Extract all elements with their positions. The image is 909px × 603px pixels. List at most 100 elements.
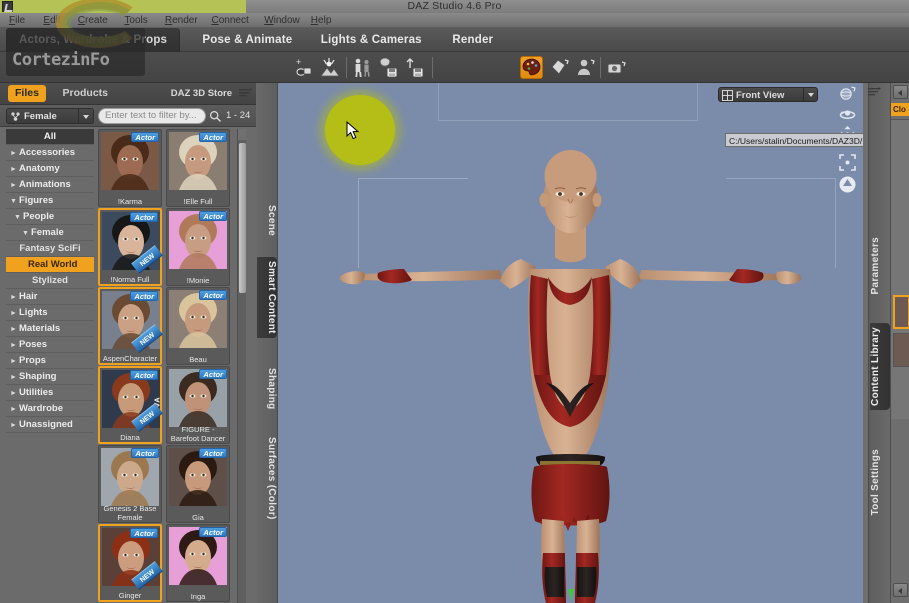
content-library-thumb[interactable] — [893, 333, 909, 367]
tree-item-lights[interactable]: ► Lights — [6, 305, 94, 321]
collapse-panel-button-lower[interactable] — [893, 583, 908, 597]
chevron-right-icon[interactable]: ► — [10, 306, 19, 322]
tree-item-real-world[interactable]: Real World — [6, 257, 94, 273]
tree-item-accessories[interactable]: ► Accessories — [6, 145, 94, 161]
figure-setup-icon[interactable] — [351, 56, 374, 79]
tree-item-anatomy[interactable]: ► Anatomy — [6, 161, 94, 177]
tree-item-figures[interactable]: ▼ Figures — [6, 193, 94, 209]
content-library-action-button[interactable]: Clo — [891, 103, 909, 116]
tree-item-unassigned[interactable]: ► Unassigned — [6, 417, 94, 433]
viewport-orbit-icon[interactable] — [838, 105, 857, 124]
panel-options-icon[interactable] — [237, 86, 253, 102]
asset-cell[interactable]: Actor NEW Ginger — [98, 524, 163, 602]
asset-cell[interactable]: Actor !Elle Full — [166, 129, 230, 207]
chevron-down-icon[interactable]: ▼ — [10, 194, 19, 210]
chevron-right-icon[interactable]: ► — [10, 354, 19, 370]
chevron-right-icon[interactable]: ► — [10, 290, 19, 306]
tree-item-materials[interactable]: ► Materials — [6, 321, 94, 337]
right-tab-content-library[interactable]: Content Library — [870, 323, 890, 410]
smart-content-tab-products[interactable]: Products — [56, 85, 116, 102]
tree-item-label: All — [43, 131, 57, 142]
menu-item-help[interactable]: Help — [306, 13, 337, 28]
chevron-down-icon[interactable] — [78, 109, 93, 123]
left-tab-smart-content[interactable]: Smart Content — [257, 257, 277, 338]
chevron-down-icon[interactable]: ▼ — [14, 210, 23, 226]
gender-filter-dropdown[interactable]: Female — [6, 108, 94, 124]
asset-label: !Monie — [186, 276, 210, 285]
chevron-down-icon[interactable] — [803, 88, 817, 101]
save-as-icon[interactable] — [403, 56, 426, 79]
chevron-right-icon[interactable]: ► — [10, 146, 19, 162]
filter-input[interactable]: Enter text to filter by... — [98, 108, 206, 124]
left-tab-scene[interactable]: Scene — [257, 201, 277, 240]
create-camera-icon[interactable]: + — [292, 56, 315, 79]
save-scene-icon[interactable] — [377, 56, 400, 79]
tree-item-wardrobe[interactable]: ► Wardrobe — [6, 401, 94, 417]
viewport-frame-icon[interactable] — [838, 153, 857, 172]
surfaces-palette-icon[interactable] — [520, 56, 543, 79]
scroll-up-arrow[interactable] — [238, 129, 246, 140]
chevron-right-icon[interactable]: ► — [10, 386, 19, 402]
tree-item-utilities[interactable]: ► Utilities — [6, 385, 94, 401]
asset-cell[interactable]: Actor Genesis 2 Base Female — [98, 445, 162, 523]
chevron-down-icon[interactable]: ▼ — [22, 226, 31, 242]
tree-item-all[interactable]: All — [6, 129, 94, 145]
asset-cell[interactable]: Actor NEW !Norma Full — [98, 208, 163, 286]
tree-item-label: People — [23, 211, 55, 222]
menu-item-render[interactable]: Render — [160, 13, 203, 28]
scrollbar-thumb[interactable] — [239, 143, 246, 293]
tree-item-props[interactable]: ► Props — [6, 353, 94, 369]
chevron-right-icon[interactable]: ► — [10, 338, 19, 354]
menu-item-window[interactable]: Window — [259, 13, 305, 28]
tree-item-animations[interactable]: ► Animations — [6, 177, 94, 193]
chevron-right-icon[interactable]: ► — [10, 162, 19, 178]
right-panel-options-icon[interactable] — [866, 86, 881, 100]
chevron-right-icon[interactable]: ► — [10, 322, 19, 338]
camera-tool-icon[interactable] — [605, 56, 628, 79]
tree-item-female[interactable]: ▼ Female — [6, 225, 94, 241]
result-range-label: 1 - 24 — [226, 110, 251, 121]
viewport-aim-icon[interactable] — [838, 85, 857, 104]
asset-cell[interactable]: Actor FIGURE - Barefoot Dancer — [166, 366, 230, 444]
right-tab-tool-settings[interactable]: Tool Settings — [870, 445, 890, 520]
tree-item-fantasy-scifi[interactable]: Fantasy SciFi — [6, 241, 94, 257]
create-light-icon[interactable] — [318, 56, 341, 79]
smart-content-tab-files[interactable]: Files — [8, 85, 46, 102]
collapse-panel-button[interactable] — [893, 85, 908, 99]
asset-cell[interactable]: Actor !Monie — [166, 208, 230, 286]
geometry-editor-icon[interactable] — [548, 56, 571, 79]
asset-grid-scrollbar[interactable] — [237, 129, 246, 603]
tree-item-shaping[interactable]: ► Shaping — [6, 369, 94, 385]
daz-3d-store-link[interactable]: DAZ 3D Store — [171, 86, 232, 102]
content-library-thumb[interactable] — [893, 295, 909, 329]
node-selection-icon[interactable] — [574, 56, 597, 79]
chevron-right-icon[interactable]: ► — [10, 418, 19, 434]
chevron-right-icon[interactable]: ► — [10, 402, 19, 418]
tree-item-poses[interactable]: ► Poses — [6, 337, 94, 353]
activity-tab-render[interactable]: Render — [440, 28, 505, 52]
asset-cell[interactable]: Actor Gia — [166, 445, 230, 523]
tree-item-stylized[interactable]: Stylized — [6, 273, 94, 289]
menu-item-file[interactable]: File — [4, 13, 30, 28]
left-tab-shaping[interactable]: Shaping — [257, 364, 277, 414]
tree-item-people[interactable]: ▼ People — [6, 209, 94, 225]
right-tab-parameters[interactable]: Parameters — [870, 233, 890, 298]
asset-cell[interactable]: Actor !Karma — [98, 129, 162, 207]
activity-tab-pose-animate[interactable]: Pose & Animate — [190, 28, 304, 52]
tree-item-hair[interactable]: ► Hair — [6, 289, 94, 305]
asset-label: FIGURE - Barefoot Dancer — [170, 425, 226, 443]
3d-viewport[interactable]: Front View C:/Users/stalin/Documents/DAZ… — [278, 83, 863, 603]
asset-cell[interactable]: Actor Beau — [166, 287, 230, 365]
search-icon[interactable] — [209, 110, 222, 123]
viewport-reset-icon[interactable] — [838, 175, 857, 194]
right-panel-tab-strip: Parameters Content Library Tool Settings — [868, 83, 890, 603]
menu-item-connect[interactable]: Connect — [207, 13, 254, 28]
activity-tab-lights-cameras[interactable]: Lights & Cameras — [309, 28, 434, 52]
left-tab-surfaces-color[interactable]: Surfaces (Color) — [257, 433, 277, 524]
asset-cell[interactable]: Actor NEW AspenCharacter — [98, 287, 163, 365]
chevron-right-icon[interactable]: ► — [10, 370, 19, 386]
asset-cell[interactable]: ActorDIVANEWDiana — [98, 366, 163, 444]
viewport-camera-dropdown[interactable]: Front View — [718, 87, 818, 102]
asset-cell[interactable]: Actor Inga — [166, 524, 230, 602]
chevron-right-icon[interactable]: ► — [10, 178, 19, 194]
